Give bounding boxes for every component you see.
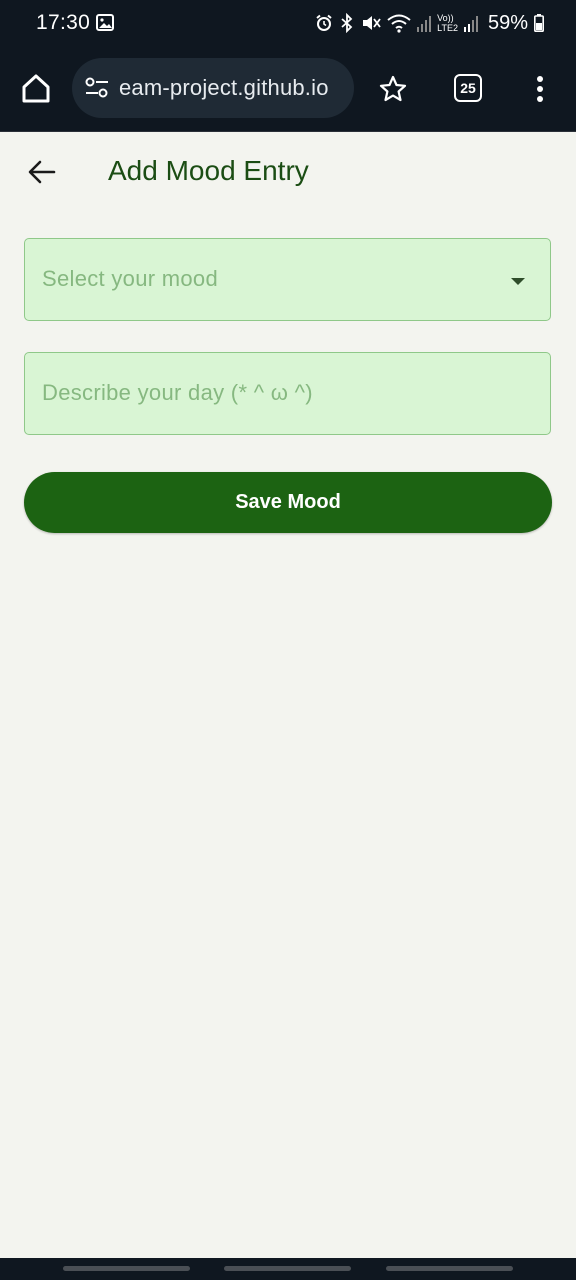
arrow-back-icon[interactable] [26, 156, 58, 188]
bluetooth-icon [339, 13, 355, 33]
status-icons: Vo)) LTE2 59% [315, 10, 544, 36]
image-icon [96, 14, 114, 31]
battery-icon [534, 14, 544, 32]
network-type-label: Vo)) LTE2 [437, 13, 458, 33]
gesture-segment[interactable] [386, 1266, 513, 1271]
home-icon[interactable] [18, 70, 54, 106]
address-bar[interactable]: eam-project.github.io [72, 58, 354, 118]
day-description-placeholder: Describe your day (* ^ ω ^) [42, 380, 313, 405]
dropdown-arrow-icon [510, 274, 526, 285]
mood-select-placeholder: Select your mood [42, 266, 218, 291]
more-vert-icon[interactable] [528, 74, 552, 104]
navigation-gesture-bar [0, 1258, 576, 1280]
star-icon[interactable] [378, 74, 408, 104]
tabs-icon[interactable]: 25 [454, 74, 482, 102]
gesture-segment[interactable] [224, 1266, 351, 1271]
mood-select[interactable]: Select your mood [24, 238, 551, 321]
battery-percent: 59% [487, 11, 528, 34]
signal-icon [463, 14, 478, 32]
gesture-segment[interactable] [63, 1266, 190, 1271]
save-mood-button[interactable]: Save Mood [24, 472, 552, 533]
mute-icon [361, 13, 381, 33]
browser-toolbar: eam-project.github.io 25 [0, 46, 576, 132]
day-description-input[interactable]: Describe your day (* ^ ω ^) [24, 352, 551, 435]
page-title: Add Mood Entry [108, 155, 309, 186]
volte-label: Vo)) [437, 13, 454, 23]
wifi-icon [387, 13, 411, 33]
status-bar: 17:30 Vo)) LTE2 59% [0, 0, 576, 46]
lte-label: LTE2 [437, 23, 458, 33]
alarm-icon [315, 14, 333, 32]
site-settings-icon[interactable] [84, 76, 110, 100]
url-text: eam-project.github.io [119, 75, 329, 100]
status-time: 17:30 [36, 11, 91, 34]
signal-icon [417, 14, 432, 32]
